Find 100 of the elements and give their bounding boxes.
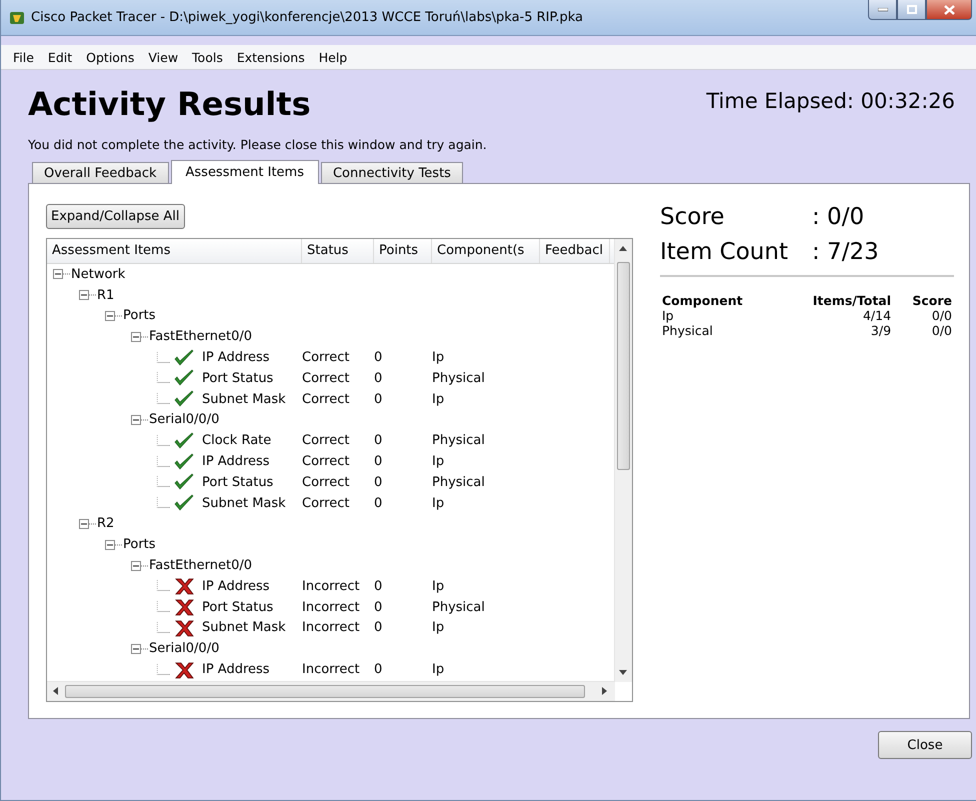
points-text: 0 [374,496,384,511]
menu-item[interactable]: Options [79,50,142,64]
item-name: Port Status [202,370,274,386]
menu-item[interactable]: Help [312,50,354,64]
tree-item[interactable]: R1 [97,288,114,303]
menu-item[interactable]: Extensions [230,50,312,64]
item-name: Port Status [202,474,274,490]
expander-icon[interactable] [131,560,148,571]
status-text: Correct [302,433,350,448]
summary-value: : 0/0 [812,204,866,230]
column-header[interactable]: Component(s [432,239,540,263]
tree-item[interactable]: Serial0/0/0 [149,641,220,656]
tree-item[interactable]: Ports [123,308,156,324]
points-text: 0 [374,454,384,470]
tree-connector [157,497,171,510]
component-text: Ip [432,350,446,366]
points-text: 0 [374,370,384,386]
page-heading: Activity Results [28,85,311,123]
tree-item[interactable]: R2 [97,516,114,532]
tree-item[interactable]: Serial0/0/0 [149,412,220,428]
column-header[interactable]: Status [302,239,374,263]
tree-connector [157,456,171,468]
table-cell-text: 3/9 [870,323,892,338]
item-name: IP Address [202,350,270,366]
menu-item[interactable]: Tools [185,50,230,64]
close-button[interactable]: Close [878,731,972,759]
expander-icon[interactable] [131,332,148,342]
points-text: 0 [374,578,384,594]
status-text: Incorrect [302,600,361,615]
expand-collapse-button[interactable]: Expand/Collapse All [46,204,184,229]
scroll-down-icon [619,670,627,675]
tab[interactable]: Connectivity Tests [320,162,463,183]
expander-icon[interactable] [79,290,96,300]
tree-item[interactable]: Ports [123,537,156,552]
scroll-right-icon [602,687,607,695]
component-text: Physical [432,370,486,386]
status-text: Correct [302,474,350,490]
tree-connector [157,622,171,634]
status-text: Incorrect [302,662,361,678]
scroll-thumb[interactable] [617,262,630,470]
component-text: Ip [432,578,446,594]
vertical-scrollbar[interactable] [614,239,632,682]
component-text: Physical [432,433,486,448]
component-text: Ip [432,620,446,636]
summary-value: : 7/23 [812,239,880,265]
tree-item[interactable]: Network [71,266,126,282]
tree-item[interactable]: FastEthernet0/0 [149,329,252,344]
summary-label: Item Count [660,239,789,265]
scroll-left-icon [53,687,58,695]
tree-connector [157,601,171,614]
menu-item[interactable]: Edit [40,50,80,64]
tree-connector [157,664,171,676]
tree-connector [157,372,171,384]
expander-icon[interactable] [79,518,96,529]
status-text: Correct [302,392,350,407]
status-text: Correct [302,370,350,386]
component-text: Physical [432,474,486,490]
status-text: Correct [302,496,350,511]
table-cell-text: Physical [661,323,714,338]
tab[interactable]: Overall Feedback [32,162,168,183]
component-text: Ip [432,496,446,511]
column-header[interactable]: Feedbacl [540,239,610,263]
expander-icon[interactable] [53,269,70,280]
points-text: 0 [374,350,384,366]
item-name: Clock Rate [202,433,272,448]
table-cell-text: 0/0 [930,323,953,338]
column-header: Items/Total [812,293,892,308]
tree-item[interactable]: FastEthernet0/0 [149,558,252,574]
points-text: 0 [374,620,384,636]
points-text: 0 [374,474,384,490]
expander-icon[interactable] [131,644,148,654]
menu-item[interactable]: View [141,50,186,64]
table-cell: Ip [660,308,778,323]
expander-icon[interactable] [105,540,122,550]
scroll-up-icon [619,246,627,251]
window-title: Cisco Packet Tracer - D:\piwek_yogi\konferencje\2013 WCCE Toruń\labs\pka-5 RIP.pka [31,10,584,25]
status-text: Correct [302,350,350,366]
expander-icon[interactable] [131,414,148,425]
component-text: Physical [432,600,486,615]
horizontal-scrollbar[interactable] [47,681,615,701]
menu-item[interactable]: File [6,50,41,64]
tree-connector [157,434,171,447]
time-elapsed: Time Elapsed: 00:32:26 [706,89,955,113]
item-name: Subnet Mask [202,620,286,636]
tab[interactable]: Assessment Items [170,160,319,184]
points-text: 0 [374,392,384,407]
status-message: You did not complete the activity. Please close this window and try again. [28,137,488,152]
status-text: Incorrect [302,578,361,594]
points-text: 0 [374,662,384,678]
item-name: IP Address [202,578,270,594]
column-header[interactable]: Assessment Items [47,239,302,263]
minimize-button[interactable] [868,0,897,20]
expander-icon[interactable] [105,310,122,321]
app-icon [9,10,25,26]
scroll-thumb[interactable] [65,685,585,698]
maximize-button[interactable] [897,0,926,20]
column-header[interactable]: Points [374,239,432,263]
tree-connector [157,352,171,364]
close-window-button[interactable] [926,0,972,20]
points-text: 0 [374,600,384,615]
